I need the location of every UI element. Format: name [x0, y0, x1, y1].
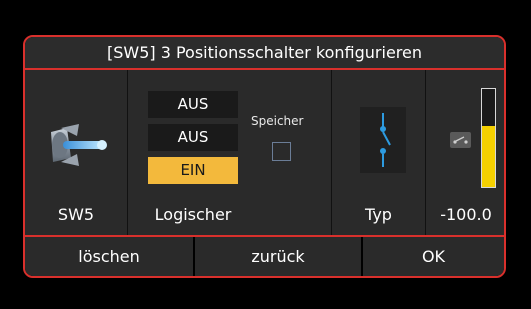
logic-option-3[interactable]: EIN — [148, 157, 238, 184]
button-bar: löschen zurück OK — [25, 237, 504, 276]
toggle-switch-icon — [51, 124, 107, 166]
logic-label: Logischer — [154, 205, 232, 224]
value-bar-fill — [482, 126, 495, 187]
dialog-content: SW5 AUS AUS EIN Speicher Logischer Typ -… — [25, 70, 504, 237]
type-panel[interactable]: Typ — [331, 70, 425, 235]
dialog-title: [SW5] 3 Positionsschalter konfigurieren — [25, 37, 504, 70]
three-position-switch-icon — [380, 113, 391, 167]
logic-option-2[interactable]: AUS — [148, 124, 238, 151]
type-label: Typ — [365, 205, 392, 224]
switch-panel[interactable]: SW5 — [25, 70, 127, 235]
switch-state-icon — [450, 132, 471, 148]
value-label: -100.0 — [440, 205, 492, 224]
ok-button[interactable]: OK — [361, 237, 504, 276]
switch-config-dialog: [SW5] 3 Positionsschalter konfigurieren — [23, 35, 506, 278]
logic-panel: AUS AUS EIN Speicher Logischer — [127, 70, 331, 235]
value-panel: -100.0 — [425, 70, 504, 235]
back-button[interactable]: zurück — [193, 237, 361, 276]
memory-label: Speicher — [251, 114, 304, 128]
logic-option-1[interactable]: AUS — [148, 91, 238, 118]
type-icon-box — [360, 107, 406, 173]
delete-button[interactable]: löschen — [25, 237, 193, 276]
memory-checkbox[interactable] — [272, 142, 291, 161]
switch-label: SW5 — [57, 205, 95, 224]
value-bar — [481, 88, 496, 188]
